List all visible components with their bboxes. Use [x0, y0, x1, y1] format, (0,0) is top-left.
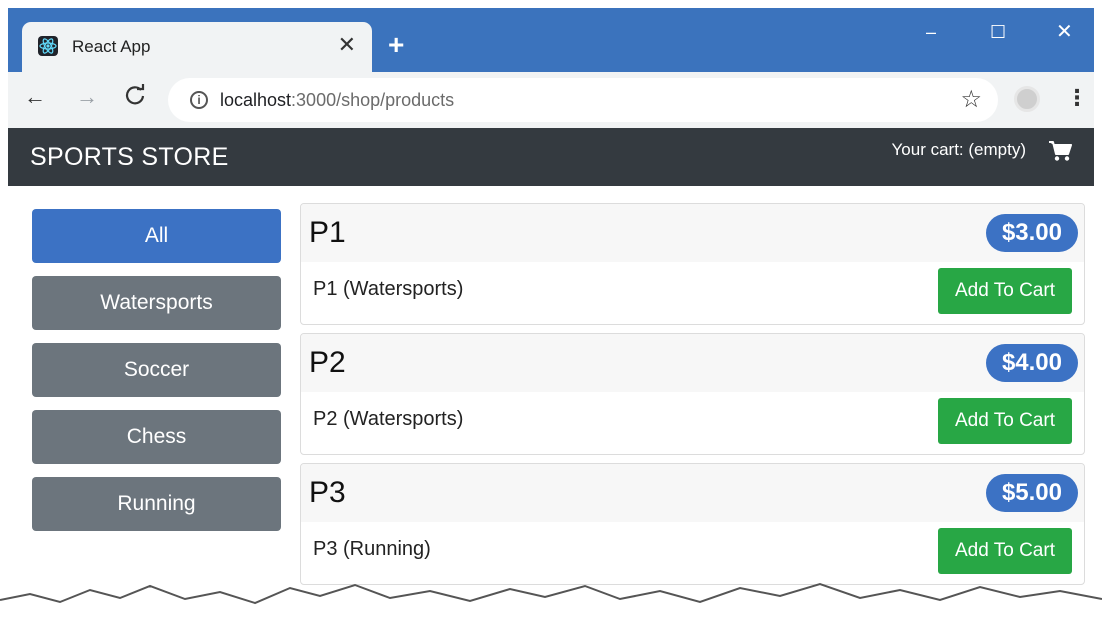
new-tab-button[interactable]: +: [388, 30, 404, 60]
shopping-cart-icon[interactable]: [1048, 140, 1072, 167]
price-badge: $5.00: [985, 474, 1078, 512]
bookmark-star-icon[interactable]: ☆: [960, 87, 982, 113]
store-body: All Watersports Soccer Chess Running P1 …: [8, 186, 1094, 621]
product-card-header: P3 $5.00: [301, 464, 1084, 522]
product-name: P3: [309, 476, 346, 509]
product-card: P3 $5.00 P3 (Running) Add To Cart: [300, 463, 1085, 585]
category-all-button[interactable]: All: [32, 209, 281, 263]
torn-edge: [0, 582, 1102, 621]
url-host: localhost: [220, 90, 292, 110]
add-to-cart-button[interactable]: Add To Cart: [938, 398, 1072, 444]
product-name: P2: [309, 346, 346, 379]
browser-navbar: ← → i localhost:3000/shop/products ☆ ⋮: [8, 72, 1094, 128]
add-to-cart-button[interactable]: Add To Cart: [938, 268, 1072, 314]
minimize-window-icon[interactable]: –: [926, 22, 936, 42]
back-arrow-icon[interactable]: ←: [24, 84, 46, 110]
product-description: P3 (Running): [313, 538, 431, 560]
site-info-icon[interactable]: i: [190, 91, 208, 109]
forward-arrow-icon[interactable]: →: [76, 84, 98, 110]
product-card-header: P2 $4.00: [301, 334, 1084, 392]
maximize-window-icon[interactable]: ☐: [990, 22, 1006, 42]
category-chess-button[interactable]: Chess: [32, 410, 281, 464]
price-badge: $3.00: [985, 214, 1078, 252]
store-brand[interactable]: SPORTS STORE: [30, 143, 229, 172]
price-badge: $4.00: [985, 344, 1078, 382]
react-favicon-icon: [38, 36, 58, 56]
product-description: P2 (Watersports): [313, 408, 464, 430]
tab-close-icon[interactable]: ✕: [338, 33, 356, 57]
url-path: :3000/shop/products: [291, 90, 455, 110]
product-card-header: P1 $3.00: [301, 204, 1084, 262]
address-bar[interactable]: i localhost:3000/shop/products ☆: [168, 78, 998, 122]
add-to-cart-button[interactable]: Add To Cart: [938, 528, 1072, 574]
category-soccer-button[interactable]: Soccer: [32, 343, 281, 397]
product-description: P1 (Watersports): [313, 278, 464, 300]
browser-tab[interactable]: React App ✕: [22, 22, 372, 72]
tab-title: React App: [72, 37, 151, 56]
reload-icon[interactable]: [124, 84, 146, 112]
product-card: P1 $3.00 P1 (Watersports) Add To Cart: [300, 203, 1085, 325]
category-watersports-button[interactable]: Watersports: [32, 276, 281, 330]
product-name: P1: [309, 216, 346, 249]
cart-summary: Your cart: (empty): [891, 140, 1026, 159]
close-window-icon[interactable]: ✕: [1056, 22, 1073, 42]
profile-avatar-icon[interactable]: [1014, 86, 1040, 112]
store-header: SPORTS STORE Your cart: (empty): [8, 128, 1094, 186]
product-card: P2 $4.00 P2 (Watersports) Add To Cart: [300, 333, 1085, 455]
category-running-button[interactable]: Running: [32, 477, 281, 531]
browser-menu-icon[interactable]: ⋮: [1066, 86, 1088, 110]
url-text: localhost:3000/shop/products: [220, 90, 454, 111]
